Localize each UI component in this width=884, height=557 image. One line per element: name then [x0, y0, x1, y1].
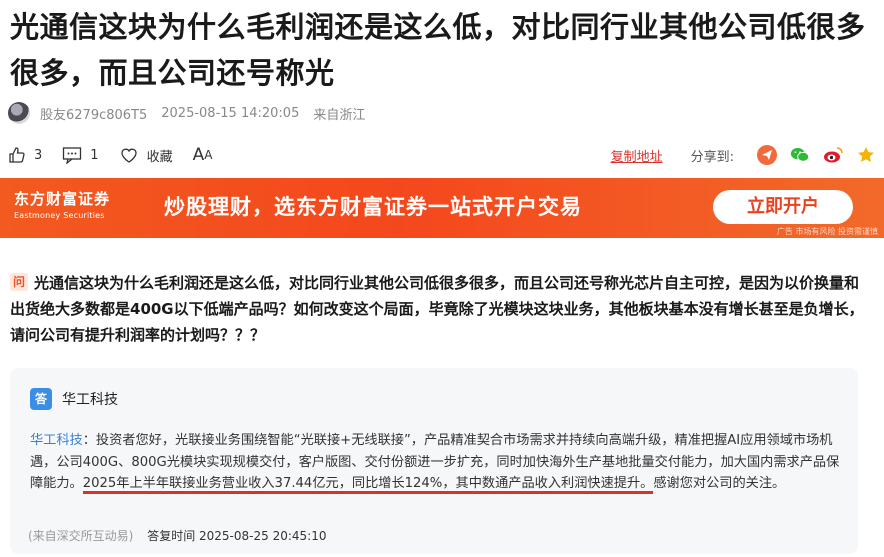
- answer-company-link[interactable]: 华工科技: [30, 433, 83, 448]
- answer-header: 答 华工科技: [30, 388, 118, 410]
- article-meta: 股友6279c806T5 2025-08-15 14:20:05 来自浙江: [8, 100, 379, 126]
- like-button[interactable]: 3: [8, 146, 42, 164]
- font-size-button[interactable]: AA: [193, 145, 213, 165]
- answer-footer: (来自深交所互动易) 答复时间 2025-08-25 20:45:10: [28, 527, 326, 544]
- share-area: 复制地址 分享到:: [611, 145, 876, 165]
- answer-source: (来自深交所互动易): [28, 529, 134, 543]
- thumbs-up-icon: [9, 147, 25, 163]
- wechat-icon[interactable]: [790, 145, 810, 165]
- post-location: 来自浙江: [313, 107, 366, 123]
- answer-closing: 感谢您对公司的关注。: [653, 476, 786, 491]
- post-datetime: 2025-08-15 14:20:05: [161, 105, 300, 121]
- question-block: 问光通信这块为什么毛利润还是这么低，对比同行业其他公司低很多很多，而且公司还号称…: [10, 270, 872, 348]
- banner-logo-cn: 东方财富证券: [14, 190, 111, 208]
- question-text: 光通信这块为什么毛利润还是这么低，对比同行业其他公司低很多很多，而且公司还号称光…: [10, 274, 864, 344]
- answer-highlight: 2025年上半年联接业务营业收入37.44亿元，同比增长124%，其中数通产品收…: [82, 476, 654, 494]
- banner-logo: 东方财富证券 Eastmoney Securities: [14, 188, 110, 220]
- ad-banner[interactable]: 东方财富证券 Eastmoney Securities 炒股理财，选东方财富证券…: [0, 178, 884, 238]
- comment-icon: [63, 147, 82, 164]
- open-account-button[interactable]: 立即开户: [713, 190, 853, 224]
- answer-time: 答复时间 2025-08-25 20:45:10: [147, 529, 327, 543]
- favorite-button[interactable]: 收藏: [119, 146, 173, 165]
- heart-icon: [120, 148, 137, 163]
- banner-ad-note: 广告 市场有风险 投资需谨慎: [776, 227, 878, 236]
- banner-logo-en: Eastmoney Securities: [14, 211, 105, 220]
- qzone-star-icon[interactable]: [856, 145, 876, 165]
- answer-text: 华工科技：投资者您好，光联接业务围绕智能“光联接+无线联接”，产品精准契合市场需…: [30, 430, 845, 495]
- comment-button[interactable]: 1: [62, 146, 99, 164]
- font-size-small-glyph: A: [204, 148, 213, 162]
- author-name[interactable]: 股友6279c806T5: [40, 104, 147, 123]
- comment-count: 1: [90, 147, 99, 163]
- share-label: 分享到:: [690, 149, 734, 165]
- like-count: 3: [34, 147, 43, 163]
- font-size-large-glyph: A: [192, 145, 205, 165]
- copy-link-button[interactable]: 复制地址: [611, 146, 663, 165]
- favorite-label: 收藏: [146, 149, 173, 165]
- question-badge: 问: [10, 273, 28, 291]
- paper-plane-icon[interactable]: [757, 145, 777, 165]
- weibo-icon[interactable]: [823, 145, 843, 165]
- action-bar: 3 1 收藏 AA 复制地址 分享到:: [8, 141, 876, 169]
- avatar[interactable]: [8, 102, 30, 124]
- answer-card: 答 华工科技 华工科技：投资者您好，光联接业务围绕智能“光联接+无线联接”，产品…: [10, 368, 858, 554]
- page-title: 光通信这块为什么毛利润还是这么低，对比同行业其他公司低很多很多，而且公司还号称光: [10, 10, 866, 90]
- banner-slogan: 炒股理财，选东方财富证券一站式开户交易: [164, 195, 582, 219]
- answer-badge: 答: [30, 388, 52, 410]
- answer-company[interactable]: 华工科技: [62, 389, 118, 409]
